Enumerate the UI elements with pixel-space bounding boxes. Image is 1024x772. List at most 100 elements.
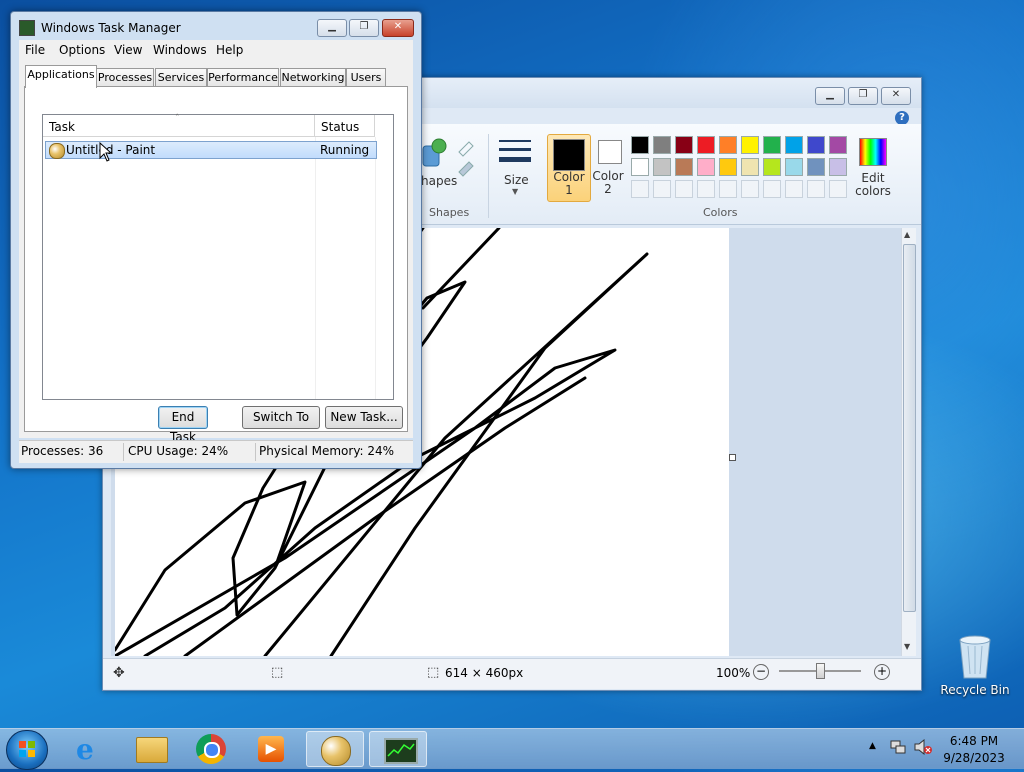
switch-to-button[interactable]: Switch To: [242, 406, 320, 429]
clock-time[interactable]: 6:48 PM: [940, 734, 1008, 748]
end-task-button[interactable]: End Task: [158, 406, 208, 444]
selection-size-icon: ⬚: [271, 665, 284, 680]
custom-color-slot[interactable]: [829, 180, 847, 198]
custom-color-slot[interactable]: [653, 180, 671, 198]
tab-performance[interactable]: Performance: [207, 68, 279, 87]
row-task-status: Running: [320, 143, 370, 157]
table-row[interactable]: Untitled - Paint Running: [45, 141, 377, 159]
custom-color-slot[interactable]: [741, 180, 759, 198]
palette-swatch[interactable]: [807, 136, 825, 154]
ribbon-divider: [488, 134, 489, 218]
canvas-size-icon: ⬚: [427, 665, 440, 680]
palette-swatch[interactable]: [697, 158, 715, 176]
paint-close-button[interactable]: ✕: [881, 87, 911, 105]
palette-swatch[interactable]: [807, 158, 825, 176]
color1-button[interactable]: Color 1: [547, 134, 591, 202]
show-hidden-icons-icon[interactable]: ▲: [869, 741, 876, 751]
task-column-header[interactable]: Task ˆ: [43, 114, 315, 137]
size-icon[interactable]: [499, 138, 531, 168]
taskbar-task-manager-button[interactable]: [369, 731, 427, 767]
paint-icon: [321, 736, 351, 766]
tab-users[interactable]: Users: [346, 68, 386, 87]
tm-restore-button[interactable]: ❐: [349, 19, 379, 37]
menu-options[interactable]: Options: [59, 43, 105, 57]
edit-colors-label: Edit colors: [855, 171, 891, 198]
custom-color-slot[interactable]: [719, 180, 737, 198]
tab-processes[interactable]: Processes: [96, 68, 154, 87]
outline-icon[interactable]: [455, 138, 479, 181]
palette-swatch[interactable]: [653, 158, 671, 176]
zoom-in-button[interactable]: +: [874, 664, 890, 680]
menu-help[interactable]: Help: [216, 43, 243, 57]
status-column-header[interactable]: Status: [315, 115, 375, 137]
folder-icon: [136, 737, 168, 763]
palette-swatch[interactable]: [785, 158, 803, 176]
taskbar-chrome-button[interactable]: [182, 731, 240, 767]
status-divider: [255, 443, 256, 461]
taskbar-ie-button[interactable]: e: [62, 731, 120, 767]
processes-count: Processes: 36: [21, 444, 104, 458]
network-icon[interactable]: [890, 739, 906, 755]
scrollbar-thumb[interactable]: [903, 244, 916, 612]
palette-swatch[interactable]: [631, 136, 649, 154]
recycle-bin-icon[interactable]: [954, 632, 996, 680]
shapes-icon[interactable]: [421, 138, 447, 168]
palette-swatch[interactable]: [763, 158, 781, 176]
tm-close-button[interactable]: ✕: [382, 19, 414, 37]
custom-color-slot[interactable]: [675, 180, 693, 198]
palette-swatch[interactable]: [675, 136, 693, 154]
color2-button[interactable]: Color 2: [592, 138, 624, 198]
vertical-scrollbar[interactable]: ▲ ▼: [901, 228, 916, 656]
zoom-out-button[interactable]: −: [753, 664, 769, 680]
help-icon[interactable]: ?: [895, 111, 909, 125]
mouse-cursor-icon: [99, 141, 113, 165]
palette-swatch[interactable]: [785, 136, 803, 154]
size-label[interactable]: Size: [504, 173, 529, 187]
status-divider: [123, 443, 124, 461]
volume-muted-icon[interactable]: [914, 738, 932, 756]
paint-restore-button[interactable]: ❐: [848, 87, 878, 105]
shapes-label[interactable]: hapes: [421, 174, 457, 188]
custom-color-slot[interactable]: [763, 180, 781, 198]
taskbar-paint-button[interactable]: [306, 731, 364, 767]
clock-date[interactable]: 9/28/2023: [940, 751, 1008, 765]
edit-colors-button[interactable]: Edit colors: [855, 138, 891, 198]
palette-swatch[interactable]: [741, 136, 759, 154]
menu-file[interactable]: File: [25, 43, 45, 57]
palette-swatch[interactable]: [653, 136, 671, 154]
tm-body: Applications Processes Services Performa…: [19, 60, 413, 444]
scroll-up-icon[interactable]: ▲: [904, 230, 910, 239]
internet-explorer-icon: e: [76, 733, 94, 766]
scroll-down-icon[interactable]: ▼: [904, 642, 910, 651]
custom-color-slot[interactable]: [807, 180, 825, 198]
applications-list[interactable]: Task ˆ Status Untitled - Paint Running: [42, 114, 394, 400]
palette-swatch[interactable]: [719, 158, 737, 176]
column-divider: [375, 137, 376, 399]
tm-minimize-button[interactable]: ▁: [317, 19, 347, 37]
menu-view[interactable]: View: [114, 43, 142, 57]
physical-memory: Physical Memory: 24%: [259, 444, 395, 458]
custom-color-slot[interactable]: [631, 180, 649, 198]
tab-services[interactable]: Services: [155, 68, 207, 87]
paint-minimize-button[interactable]: ▁: [815, 87, 845, 105]
tab-applications[interactable]: Applications: [25, 65, 97, 88]
zoom-slider-thumb[interactable]: [816, 663, 825, 679]
palette-swatch[interactable]: [829, 158, 847, 176]
new-task-button[interactable]: New Task...: [325, 406, 403, 429]
tab-networking[interactable]: Networking: [280, 68, 346, 87]
palette-swatch[interactable]: [763, 136, 781, 154]
recycle-bin-label[interactable]: Recycle Bin: [940, 683, 1010, 697]
palette-swatch[interactable]: [829, 136, 847, 154]
palette-swatch[interactable]: [697, 136, 715, 154]
palette-swatch[interactable]: [631, 158, 649, 176]
custom-color-slot[interactable]: [785, 180, 803, 198]
palette-swatch[interactable]: [719, 136, 737, 154]
canvas-resize-handle[interactable]: [729, 454, 736, 461]
palette-swatch[interactable]: [675, 158, 693, 176]
palette-swatch[interactable]: [741, 158, 759, 176]
menu-windows[interactable]: Windows: [153, 43, 207, 57]
start-button[interactable]: [6, 730, 48, 770]
taskbar-media-button[interactable]: ▶: [242, 731, 300, 767]
custom-color-slot[interactable]: [697, 180, 715, 198]
taskbar-explorer-button[interactable]: [122, 731, 180, 767]
